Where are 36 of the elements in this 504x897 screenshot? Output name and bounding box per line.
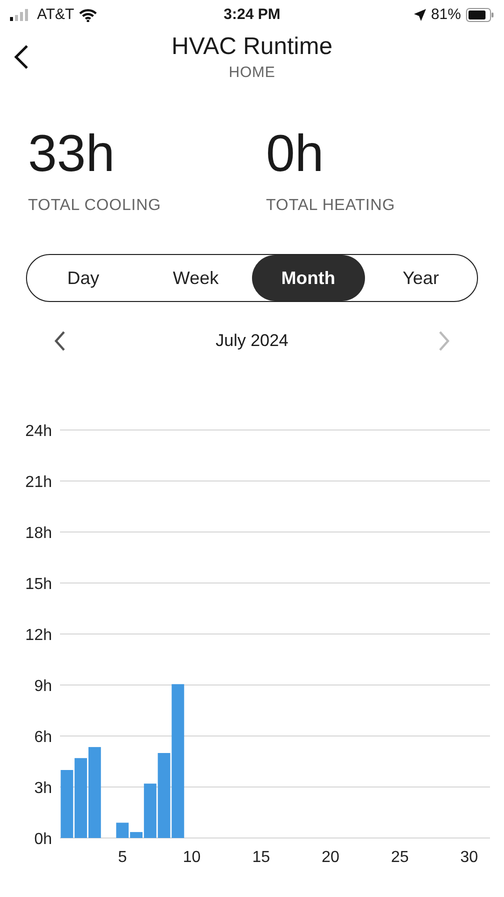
y-axis-label: 12h [25,627,52,644]
period-tab[interactable]: Week [140,255,252,301]
x-axis-label: 20 [322,849,340,866]
period-tab[interactable]: Day [27,255,140,301]
y-axis-label: 3h [34,780,52,797]
stat-label: TOTAL HEATING [266,196,396,216]
y-axis-label: 15h [25,576,52,593]
stat-label: TOTAL COOLING [28,196,162,216]
x-axis-label: 5 [118,849,127,866]
y-axis-label: 21h [25,474,52,491]
carrier-name: AT&T [37,4,74,25]
month-label: July 2024 [216,330,288,352]
left-chevron-icon [54,331,66,351]
back-chevron-icon [13,44,29,70]
wifi-icon [79,8,98,22]
location-arrow-icon [414,9,426,21]
screen-subtitle: HOME [228,63,276,83]
y-axis-label: 9h [34,678,52,695]
period-tab[interactable]: Month [252,255,364,301]
right-chevron-icon [438,331,450,351]
x-axis-label: 30 [460,849,478,866]
y-axis-label: 24h [25,423,52,440]
stat-value: 33h [28,126,116,182]
bar [60,770,74,838]
x-axis-label: 15 [252,849,270,866]
x-axis-label: 10 [182,849,201,866]
period-tab[interactable]: Year [364,255,477,301]
clock-time: 3:24 PM [224,4,280,25]
x-axis-label: 25 [390,849,409,866]
y-axis-label: 0h [34,831,52,848]
y-axis-label: 6h [34,729,52,746]
stat-value: 0h [266,126,325,182]
y-axis-label: 18h [25,525,52,542]
battery-percent: 81% [430,4,461,25]
screen-title: HVAC Runtime [172,32,332,62]
battery-icon [466,8,494,22]
